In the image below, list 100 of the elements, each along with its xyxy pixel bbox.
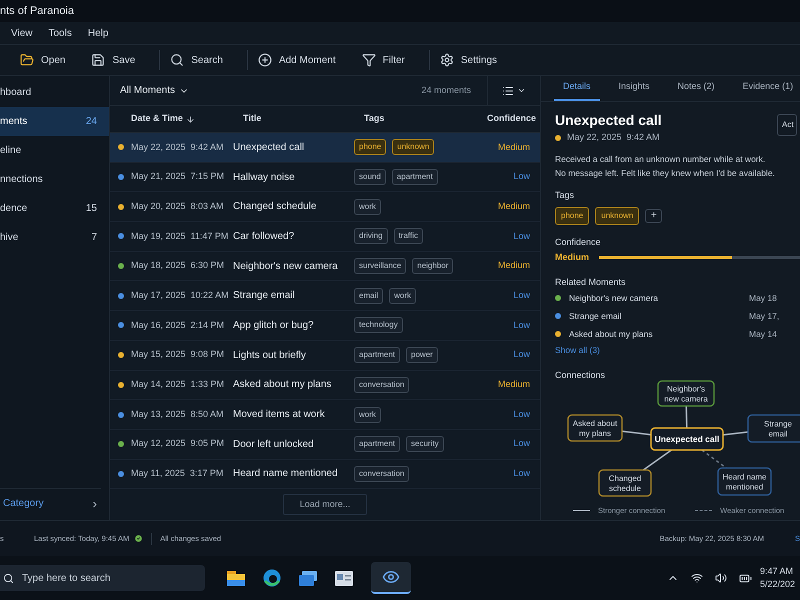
detail-tab[interactable]: Details: [554, 75, 600, 101]
graph-center-node[interactable]: Unexpected call: [650, 428, 724, 451]
moment-row[interactable]: May 20, 2025 8:03 AM Changed schedule work Medium: [110, 192, 540, 222]
connection-line: [686, 406, 688, 428]
legend-line-icon: [695, 510, 712, 512]
confidence-cell-text: Medium: [498, 378, 530, 392]
moment-row[interactable]: May 12, 2025 9:05 PM Door left unlocked apartment security Low: [110, 430, 540, 460]
sidebar-item[interactable]: ments 24: [0, 107, 109, 136]
load-more-button[interactable]: Load more...: [282, 494, 368, 516]
detail-tab[interactable]: Evidence (1): [734, 75, 800, 101]
detail-title: Unexpected call: [555, 111, 663, 130]
add-category-button[interactable]: Category ›: [0, 488, 101, 518]
save-icon: [91, 53, 106, 67]
confidence-cell-text: Low: [513, 318, 530, 332]
moment-row[interactable]: May 13, 2025 8:50 AM Moved items at work work Low: [110, 400, 540, 430]
tag: technology: [354, 317, 403, 334]
moment-row[interactable]: May 16, 2025 2:14 PM App glitch or bug? technology Low: [110, 311, 540, 341]
action-button[interactable]: Act: [777, 114, 797, 136]
toolbar-button[interactable]: Open: [14, 47, 72, 73]
sidebar-item[interactable]: nnections: [0, 165, 109, 194]
moment-row[interactable]: May 18, 2025 6:30 PM Neighbor's new camera surveillance neighbor Medium: [110, 252, 540, 282]
title-cell-text: Door left unlocked: [233, 438, 315, 452]
section-label: Related Moments: [555, 276, 627, 288]
moment-row[interactable]: May 14, 2025 1:33 PM Asked about my plans conversation Medium: [110, 370, 540, 400]
chevron-down-icon: [517, 86, 526, 95]
tag: traffic: [394, 228, 423, 244]
moment-row[interactable]: May 11, 2025 3:17 PM Heard name mentioned conversation Low: [110, 460, 540, 490]
clock-date[interactable]: 5/22/202: [760, 578, 796, 592]
graph-node[interactable]: Changed schedule: [598, 470, 652, 497]
column-header[interactable]: Tags: [364, 112, 474, 126]
title-cell-text: Moved items at work: [233, 408, 326, 422]
tag: sound: [354, 169, 386, 186]
moment-row[interactable]: May 22, 2025 9:42 AM Unexpected call phone unknown Medium: [110, 133, 540, 163]
tag: work: [389, 288, 416, 304]
toolbar-button[interactable]: Add Moment: [252, 47, 342, 73]
title-cell-text: Asked about my plans: [233, 378, 332, 392]
confidence-cell-text: Low: [513, 348, 530, 362]
sidebar-item[interactable]: hive 7: [0, 223, 109, 252]
date-cell-text: May 16, 2025 2:14 PM: [131, 318, 226, 332]
date-cell-text: May 14, 2025 1:33 PM: [131, 378, 226, 392]
menu-item[interactable]: View: [11, 26, 32, 40]
toolbar-button[interactable]: Search: [164, 47, 229, 73]
battery-icon[interactable]: [739, 572, 752, 584]
graph-node[interactable]: Neighbor's new camera: [657, 380, 715, 407]
moment-row[interactable]: May 19, 2025 11:47 PM Car followed? driving traffic Low: [110, 222, 540, 252]
detail-tab[interactable]: Notes (2): [668, 75, 724, 101]
title-cell-text: Hallway noise: [233, 170, 296, 185]
tag: neighbor: [412, 258, 454, 274]
title-cell-text: Car followed?: [233, 230, 296, 244]
taskbar-search-field[interactable]: Type here to search: [0, 565, 205, 591]
graph-node[interactable]: Asked about my plans: [567, 414, 623, 442]
tag: email: [354, 288, 384, 304]
related-moment[interactable]: Strange email May 17,: [555, 307, 800, 325]
view-dropdown[interactable]: All Moments: [120, 83, 190, 98]
confidence-cell-text: Medium: [498, 259, 530, 272]
moment-row[interactable]: May 21, 2025 7:15 PM Hallway noise sound apartment Low: [110, 162, 540, 192]
legend-line-icon: [573, 510, 590, 512]
volume-icon[interactable]: [715, 572, 727, 584]
sidebar-item[interactable]: dence 15: [0, 194, 109, 223]
window-title: nts of Paranoia: [0, 4, 74, 19]
moment-row[interactable]: May 15, 2025 9:08 PM Lights out briefly apartment power Low: [110, 340, 540, 370]
app-taskbar-button[interactable]: [371, 562, 411, 594]
date-cell-text: May 20, 2025 8:03 AM: [131, 200, 225, 213]
sidebar-item[interactable]: eline: [0, 136, 109, 165]
tag: unknown: [595, 206, 640, 224]
show-all-link[interactable]: Show all (3): [555, 344, 800, 357]
tag: phone: [555, 206, 590, 224]
menu-item[interactable]: Tools: [48, 26, 72, 40]
clock-time[interactable]: 9:47 AM: [760, 564, 794, 578]
toolbar-button[interactable]: Filter: [356, 47, 411, 73]
column-header[interactable]: Confidence: [474, 112, 536, 126]
column-header[interactable]: Date & Time: [131, 112, 243, 126]
column-header[interactable]: Title: [243, 112, 364, 126]
moment-row[interactable]: May 17, 2025 10:22 AM Strange email email work Low: [110, 281, 540, 312]
description-line: Received a call from an unknown number while at work.: [555, 152, 766, 166]
date-cell-text: May 18, 2025 6:30 PM: [131, 259, 226, 272]
sidebar-item[interactable]: hboard: [0, 78, 109, 107]
title-cell-text: Neighbor's new camera: [233, 260, 339, 274]
graph-node[interactable]: Strange email: [747, 414, 800, 443]
search-icon: [3, 572, 14, 584]
browser-icon[interactable]: [263, 569, 281, 587]
windows-stack-icon[interactable]: [299, 570, 317, 586]
title-cell-text: Changed schedule: [233, 200, 318, 214]
date-cell-text: May 15, 2025 9:08 PM: [131, 348, 226, 362]
tag: conversation: [354, 466, 410, 482]
folder-icon[interactable]: [227, 570, 245, 586]
tag: apartment: [354, 436, 400, 452]
toolbar-button[interactable]: Settings: [434, 47, 504, 73]
connection-line: [722, 431, 748, 436]
toolbar-button[interactable]: Save: [85, 47, 142, 73]
graph-node[interactable]: Heard name mentioned: [717, 468, 772, 496]
detail-tab[interactable]: Insights: [610, 75, 659, 101]
section-label: Connections: [555, 368, 606, 382]
related-moment[interactable]: Asked about my plans May 14: [555, 325, 800, 343]
confidence-cell-text: Medium: [498, 140, 530, 154]
date-cell-text: May 11, 2025 3:17 PM: [131, 467, 224, 480]
id-card-icon[interactable]: [335, 570, 353, 586]
menu-item[interactable]: Help: [88, 26, 108, 40]
add-tag-button[interactable]: +: [645, 208, 662, 222]
related-moment[interactable]: Neighbor's new camera May 18: [555, 289, 800, 307]
